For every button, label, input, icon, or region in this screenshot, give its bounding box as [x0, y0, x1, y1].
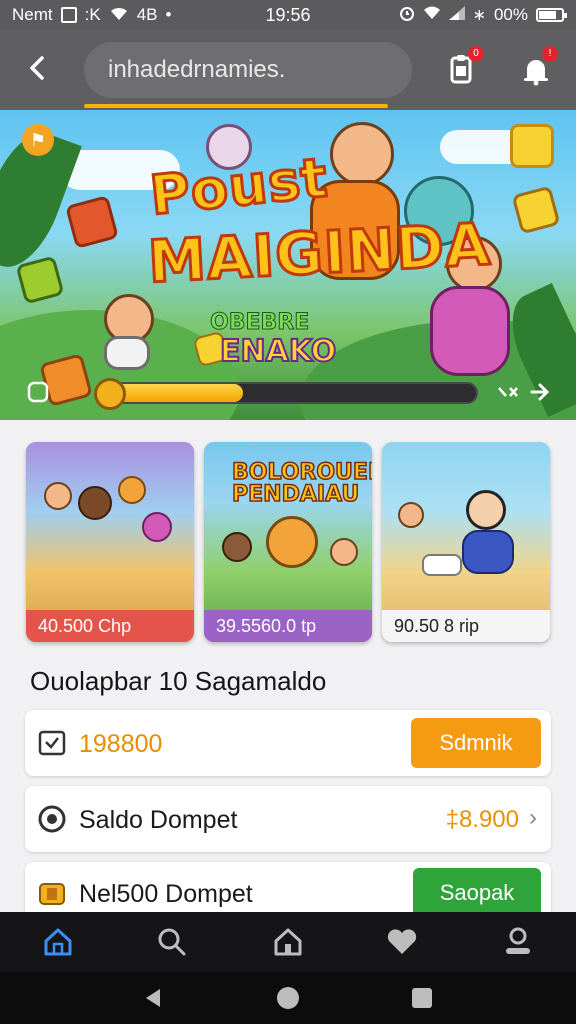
wifi-icon: [109, 5, 129, 26]
chevron-right-icon: ›: [529, 804, 537, 831]
character-figure: [44, 482, 72, 510]
bell-icon[interactable]: !: [518, 46, 558, 88]
game-card[interactable]: 40.500 Chp: [26, 442, 194, 642]
game-card-title: BOLOROUEL PENDAIAU: [231, 460, 372, 507]
system-back-icon[interactable]: [142, 986, 166, 1010]
game-console: [422, 554, 462, 576]
banner-title-main: MAIGINDA: [145, 209, 494, 298]
game-card[interactable]: 90.50 8 rip: [382, 442, 550, 642]
status-bar: Nemt :K 4B • 19:56 ∗ 00%: [0, 0, 576, 30]
character-figure: [222, 532, 252, 562]
shuffle-icon[interactable]: [496, 380, 520, 404]
content-area: 40.500 Chp BOLOROUEL PENDAIAU 39.5560.0 …: [0, 420, 576, 922]
clipboard-icon[interactable]: 0: [444, 46, 484, 88]
search-icon[interactable]: [154, 924, 190, 960]
character-figure: [398, 502, 424, 528]
character-figure: [78, 486, 112, 520]
gift-icon: [37, 878, 67, 908]
bottom-navigation: [0, 912, 576, 972]
info-badge-icon[interactable]: ⚑: [22, 124, 54, 156]
dice-cube: [65, 195, 119, 249]
character-figure: [142, 512, 172, 542]
game-price: 90.50 8 rip: [382, 610, 550, 642]
dice-cube: [511, 185, 561, 235]
wallet-value: ‡8.900: [445, 806, 519, 833]
banner-subtitle-2: ENAKO: [219, 333, 337, 370]
system-navigation: [0, 972, 576, 1024]
character-figure: [330, 538, 358, 566]
kid-body: [104, 336, 150, 370]
game-card[interactable]: BOLOROUEL PENDAIAU 39.5560.0 tp: [204, 442, 372, 642]
signal-label: 4B: [136, 5, 158, 24]
game-price: 40.500 Chp: [26, 610, 194, 642]
dice-cube: [15, 255, 65, 305]
status-dot: •: [165, 5, 172, 24]
game-price: 39.5560.0 tp: [204, 610, 372, 642]
cell-signal-icon: [448, 5, 465, 25]
search-underline: [84, 104, 388, 108]
fullscreen-icon[interactable]: [26, 380, 50, 404]
video-progress-bar[interactable]: [98, 382, 478, 404]
promo-banner[interactable]: ⚑ Poust MAIGINDA OBEBRE ENAKO: [0, 110, 576, 420]
clipboard-badge: 0: [468, 46, 484, 62]
wallet-label: Saldo Dompet: [79, 806, 238, 834]
balance-amount: 198800: [79, 730, 163, 758]
bonus-wallet-label: Nel500 Dompet: [79, 880, 253, 908]
system-recents-icon[interactable]: [410, 986, 434, 1010]
balance-row: 198800 Sdmnik: [25, 710, 551, 776]
profile-icon[interactable]: [500, 924, 536, 960]
share-icon[interactable]: [528, 378, 556, 406]
clock-time: 19:56: [265, 4, 311, 25]
bell-badge: !: [542, 46, 558, 62]
carrier-label: Nemt: [12, 5, 53, 24]
system-home-icon[interactable]: [276, 986, 300, 1010]
character-figure: [466, 490, 506, 530]
back-arrow-icon[interactable]: [20, 50, 56, 86]
section-title: Ouolapbar 10 Sagamaldo: [30, 666, 327, 696]
character-figure: [462, 530, 514, 574]
alarm-icon: [399, 5, 415, 26]
search-input-text: inhadedrnamies.: [108, 56, 286, 83]
search-input[interactable]: inhadedrnamies.: [84, 42, 412, 98]
app-header: inhadedrnamies. 0 !: [0, 30, 576, 110]
house-icon[interactable]: [270, 924, 306, 960]
battery-icon: [536, 8, 567, 22]
notification-icon: [60, 7, 77, 23]
wallet-icon: [37, 804, 67, 834]
bluetooth-icon: ∗: [472, 7, 486, 24]
heart-icon[interactable]: [384, 924, 420, 960]
treasure-icon[interactable]: [510, 124, 554, 168]
battery-label: 00%: [493, 5, 528, 24]
wifi-signal-icon: [423, 5, 441, 25]
boy-character: [330, 122, 394, 186]
submit-button[interactable]: Sdmnik: [411, 718, 541, 768]
wallet-balance-row[interactable]: Saldo Dompet ‡8.900 ›: [25, 786, 551, 852]
banner-subtitle: OBEBRE: [209, 310, 310, 336]
home-icon[interactable]: [40, 924, 76, 960]
claim-button[interactable]: Saopak: [413, 868, 541, 918]
progress-knob[interactable]: [94, 378, 126, 410]
dog-character: [266, 516, 318, 568]
calendar-icon: [37, 728, 67, 758]
character-figure: [118, 476, 146, 504]
girl-body: [430, 286, 510, 376]
network-label: :K: [84, 5, 101, 24]
banner-title: Poust: [146, 144, 333, 228]
